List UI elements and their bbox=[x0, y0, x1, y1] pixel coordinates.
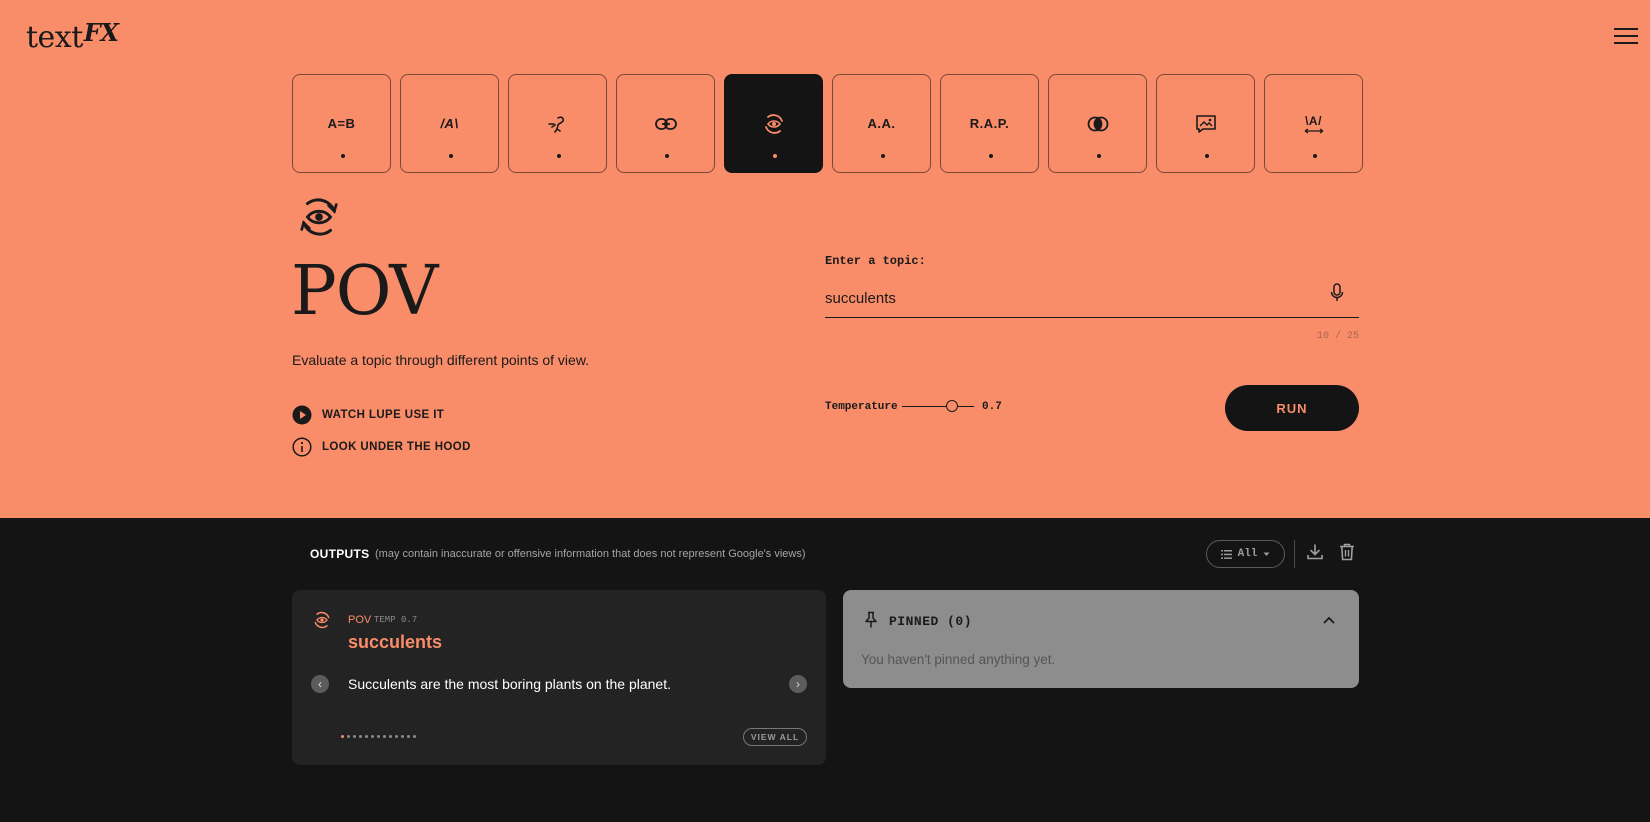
logo-text: text bbox=[26, 20, 83, 55]
tool-dot bbox=[1205, 154, 1209, 158]
character-counter: 10 / 25 bbox=[1316, 331, 1359, 342]
tool-alliteration-glyph: A.A. bbox=[867, 116, 896, 131]
pagination-dot[interactable] bbox=[389, 735, 392, 738]
watch-lupe-label: WATCH LUPE USE IT bbox=[322, 409, 445, 421]
output-topic: succulents bbox=[348, 632, 443, 652]
pagination-dot[interactable] bbox=[371, 735, 374, 738]
tool-description: Evaluate a topic through different point… bbox=[292, 352, 590, 368]
topic-input[interactable] bbox=[825, 280, 1359, 318]
toolbar-divider bbox=[1294, 540, 1295, 568]
tool-acronym[interactable]: R.A.P. bbox=[940, 74, 1039, 173]
tool-explode[interactable]: /A\ bbox=[400, 74, 499, 173]
caret-down-icon bbox=[1263, 552, 1270, 556]
pagination-dot[interactable] bbox=[359, 735, 362, 738]
trash-icon[interactable] bbox=[1339, 543, 1355, 561]
outputs-disclaimer: (may contain inaccurate or offensive inf… bbox=[375, 548, 806, 560]
pinned-panel: PINNED (0) You haven't pinned anything y… bbox=[843, 590, 1359, 688]
image-icon bbox=[1195, 114, 1216, 133]
temperature-slider[interactable] bbox=[902, 400, 974, 412]
tool-title: POV bbox=[291, 252, 438, 331]
pagination-dot[interactable] bbox=[347, 735, 350, 738]
pin-icon bbox=[865, 611, 877, 628]
download-icon[interactable] bbox=[1306, 543, 1324, 561]
under-the-hood-label: LOOK UNDER THE HOOD bbox=[322, 441, 471, 453]
output-temperature: TEMP 0.7 bbox=[374, 615, 418, 625]
chevron-up-icon[interactable] bbox=[1322, 613, 1336, 627]
tool-dot bbox=[341, 154, 345, 158]
pov-icon bbox=[764, 113, 783, 134]
pagination-dot[interactable] bbox=[413, 735, 416, 738]
double-arrow-icon bbox=[1304, 127, 1323, 134]
tool-simile[interactable]: A=B bbox=[292, 74, 391, 173]
temperature-value: 0.7 bbox=[982, 401, 1002, 413]
tool-dot bbox=[1313, 154, 1317, 158]
pagination-dot[interactable] bbox=[365, 735, 368, 738]
pagination-dot[interactable] bbox=[407, 735, 410, 738]
pagination-dot[interactable] bbox=[353, 735, 356, 738]
logo-fx: FX bbox=[83, 18, 119, 47]
pinned-empty-message: You haven't pinned anything yet. bbox=[861, 652, 1056, 667]
previous-output-button[interactable]: ‹ bbox=[311, 675, 329, 693]
tool-unfold-glyph: \A/ bbox=[1305, 113, 1322, 128]
logo[interactable]: textFX bbox=[26, 18, 119, 55]
pagination-dot[interactable] bbox=[341, 735, 344, 738]
output-pagination bbox=[341, 735, 416, 738]
pinned-title: PINNED (0) bbox=[889, 614, 973, 629]
unexpect-icon bbox=[547, 115, 564, 133]
topic-label: Enter a topic: bbox=[825, 254, 926, 268]
info-icon bbox=[292, 437, 312, 457]
tool-dot bbox=[449, 154, 453, 158]
next-output-button[interactable]: › bbox=[789, 675, 807, 693]
list-icon bbox=[1220, 549, 1232, 559]
output-card: POV TEMP 0.7 succulents ‹ Succulents are… bbox=[292, 590, 826, 765]
tool-chain[interactable] bbox=[616, 74, 715, 173]
tool-unfold-glyph-wrap: \A/ bbox=[1304, 113, 1324, 135]
tool-simile-glyph: A=B bbox=[327, 116, 356, 131]
pagination-dot[interactable] bbox=[401, 735, 404, 738]
run-button[interactable]: RUN bbox=[1225, 385, 1359, 431]
link-icon bbox=[654, 117, 677, 130]
tool-dot bbox=[665, 154, 669, 158]
tool-dot bbox=[881, 154, 885, 158]
tool-alliteration[interactable]: A.A. bbox=[832, 74, 931, 173]
temperature-label: Temperature bbox=[825, 401, 898, 413]
pov-icon bbox=[314, 611, 330, 629]
tool-dot bbox=[557, 154, 561, 158]
tool-explode-glyph: /A\ bbox=[440, 116, 459, 131]
view-all-button[interactable]: VIEW ALL bbox=[743, 728, 807, 746]
tool-header-section: textFX A=B /A\ A.A. R.A.P. \A/ POV Evalu… bbox=[0, 0, 1650, 518]
tool-fuse[interactable] bbox=[1048, 74, 1147, 173]
pagination-dot[interactable] bbox=[383, 735, 386, 738]
tool-selector: A=B /A\ A.A. R.A.P. \A/ bbox=[292, 74, 1363, 173]
output-text: Succulents are the most boring plants on… bbox=[348, 676, 671, 692]
tool-dot bbox=[773, 154, 777, 158]
play-circle-icon bbox=[292, 405, 312, 425]
tool-dot bbox=[989, 154, 993, 158]
pagination-dot[interactable] bbox=[395, 735, 398, 738]
outputs-title: OUTPUTS bbox=[310, 547, 370, 561]
fuse-icon bbox=[1087, 116, 1108, 131]
tool-scene[interactable] bbox=[1156, 74, 1255, 173]
tool-pov[interactable] bbox=[724, 74, 823, 173]
hamburger-menu-icon[interactable] bbox=[1614, 28, 1638, 46]
pov-icon bbox=[300, 198, 338, 236]
filter-dropdown[interactable]: All bbox=[1206, 540, 1285, 568]
watch-lupe-link[interactable]: WATCH LUPE USE IT bbox=[292, 405, 444, 425]
output-tool-name: POV bbox=[348, 614, 372, 626]
tool-dot bbox=[1097, 154, 1101, 158]
tool-acronym-glyph: R.A.P. bbox=[969, 116, 1010, 131]
under-the-hood-link[interactable]: LOOK UNDER THE HOOD bbox=[292, 437, 471, 457]
tool-unexpect[interactable] bbox=[508, 74, 607, 173]
filter-label: All bbox=[1237, 548, 1258, 560]
tool-unfold[interactable]: \A/ bbox=[1264, 74, 1363, 173]
temperature-slider-thumb[interactable] bbox=[946, 400, 959, 412]
microphone-icon[interactable] bbox=[1330, 283, 1344, 303]
pagination-dot[interactable] bbox=[377, 735, 380, 738]
